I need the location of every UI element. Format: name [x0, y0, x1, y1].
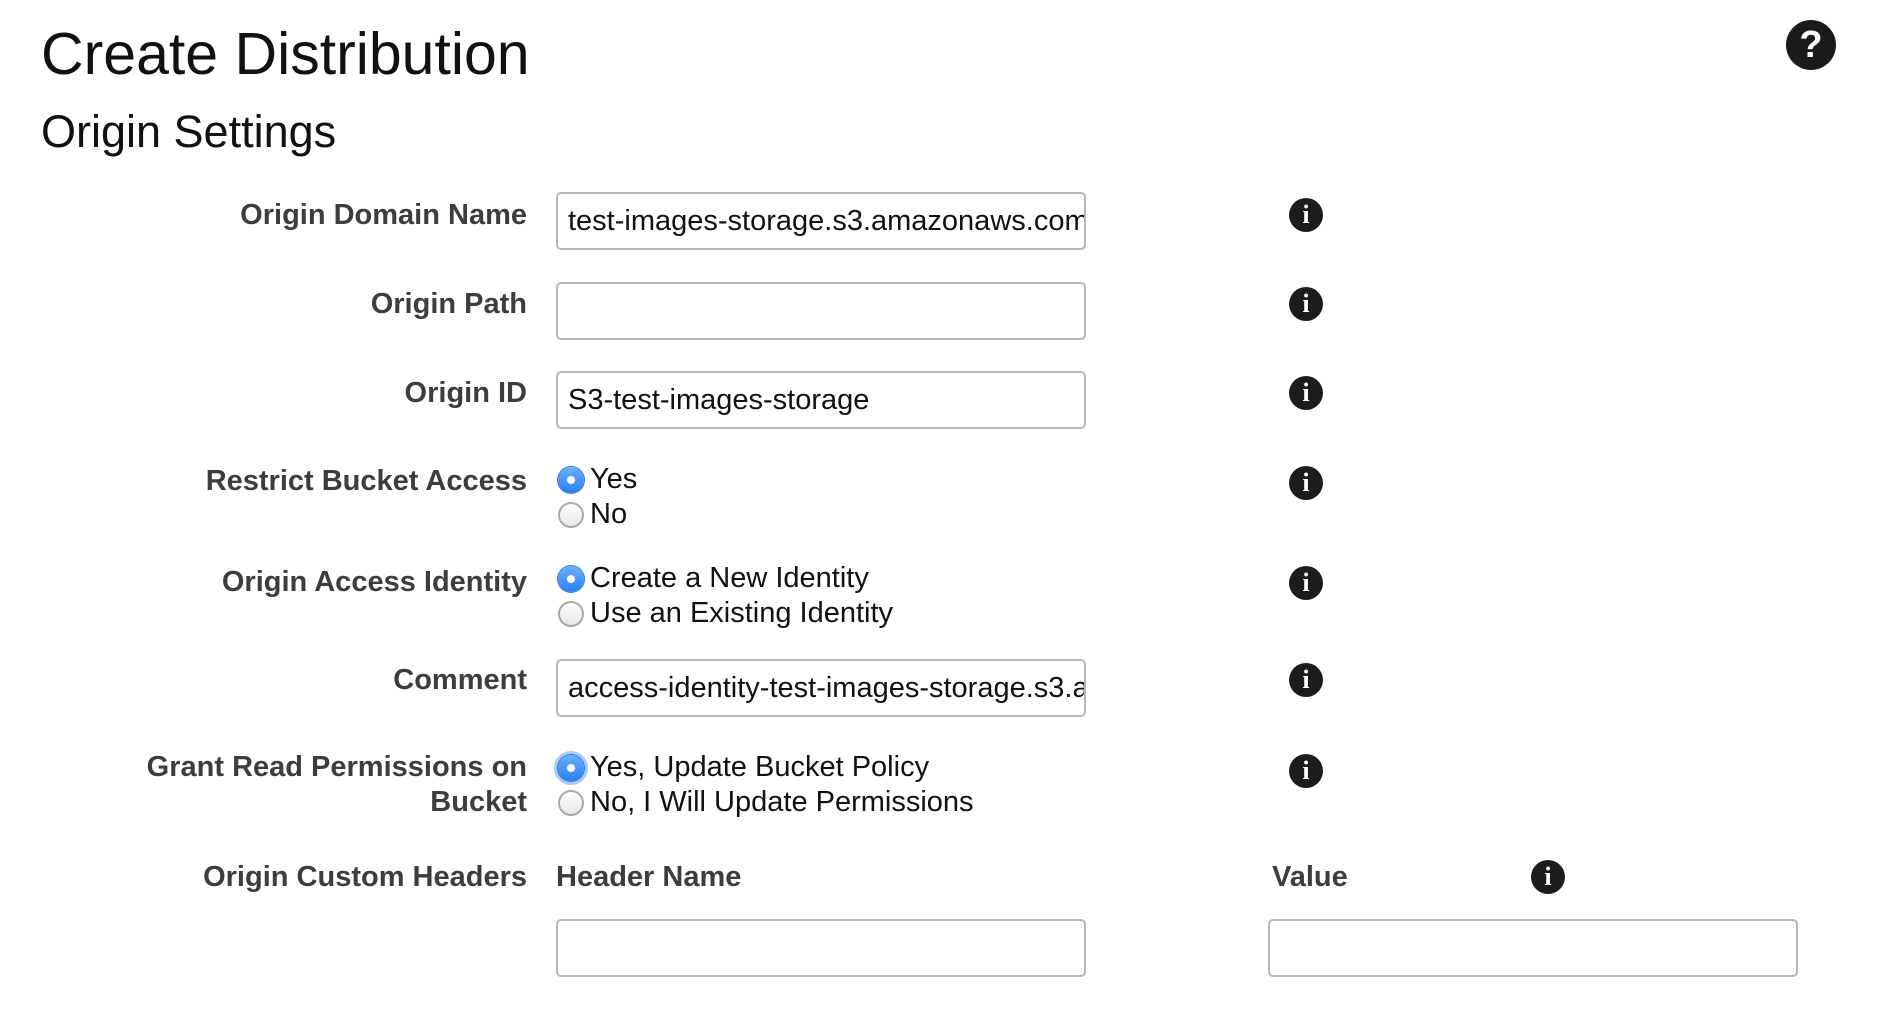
radio-label: No — [590, 498, 628, 530]
header-value-input[interactable] — [1268, 919, 1798, 977]
grant-read-permissions-radio-group: Yes, Update Bucket Policy No, I Will Upd… — [558, 750, 974, 820]
comment-label: Comment — [393, 664, 527, 696]
origin-access-identity-radio-group: Create a New Identity Use an Existing Id… — [558, 561, 893, 631]
radio-label: Yes, Update Bucket Policy — [590, 751, 930, 783]
header-name-column-label: Header Name — [556, 861, 742, 893]
restrict-bucket-access-label: Restrict Bucket Access — [205, 465, 527, 497]
radio-label: Create a New Identity — [590, 562, 869, 594]
radio-label: No, I Will Update Permissions — [590, 786, 974, 818]
origin-custom-headers-label: Origin Custom Headers — [203, 861, 527, 893]
origin-access-identity-option-create[interactable]: Create a New Identity — [558, 561, 893, 596]
info-circle-icon[interactable]: i — [1289, 754, 1323, 788]
radio-selected[interactable] — [558, 466, 584, 493]
comment-input[interactable]: access-identity-test-images-storage.s3.a… — [556, 659, 1086, 717]
origin-path-label: Origin Path — [370, 288, 527, 320]
restrict-bucket-access-option-yes[interactable]: Yes — [558, 462, 637, 497]
radio-unselected[interactable] — [558, 789, 584, 816]
info-circle-icon[interactable]: i — [1289, 663, 1323, 697]
origin-access-identity-label: Origin Access Identity — [221, 566, 527, 598]
origin-id-input[interactable]: S3-test-images-storage — [556, 371, 1086, 429]
radio-selected[interactable] — [558, 565, 584, 592]
grant-read-permissions-option-yes[interactable]: Yes, Update Bucket Policy — [558, 750, 974, 785]
page-title: Create Distribution — [41, 21, 530, 87]
info-circle-icon[interactable]: i — [1289, 566, 1323, 600]
restrict-bucket-access-radio-group: Yes No — [558, 462, 637, 532]
restrict-bucket-access-option-no[interactable]: No — [558, 497, 637, 532]
value-column-label: Value — [1272, 861, 1348, 893]
origin-path-input[interactable] — [556, 282, 1086, 340]
info-circle-icon[interactable]: i — [1289, 287, 1323, 321]
info-circle-icon[interactable]: i — [1289, 466, 1323, 500]
origin-domain-name-label: Origin Domain Name — [240, 199, 527, 231]
info-circle-icon[interactable]: i — [1531, 860, 1565, 894]
radio-unselected[interactable] — [558, 600, 584, 627]
question-circle-icon[interactable]: ? — [1786, 20, 1836, 70]
radio-label: Use an Existing Identity — [590, 597, 894, 629]
section-title: Origin Settings — [41, 106, 337, 157]
info-circle-icon[interactable]: i — [1289, 198, 1323, 232]
grant-read-permissions-label: Grant Read Permissions on Bucket — [146, 751, 527, 818]
radio-label: Yes — [590, 463, 638, 495]
radio-selected[interactable] — [558, 754, 584, 781]
origin-id-label: Origin ID — [404, 377, 527, 409]
origin-access-identity-option-existing[interactable]: Use an Existing Identity — [558, 596, 893, 631]
info-circle-icon[interactable]: i — [1289, 376, 1323, 410]
grant-read-permissions-option-no[interactable]: No, I Will Update Permissions — [558, 785, 974, 820]
radio-unselected[interactable] — [558, 501, 584, 528]
origin-domain-name-input[interactable]: test-images-storage.s3.amazonaws.com — [556, 192, 1086, 250]
header-name-input[interactable] — [556, 919, 1086, 977]
